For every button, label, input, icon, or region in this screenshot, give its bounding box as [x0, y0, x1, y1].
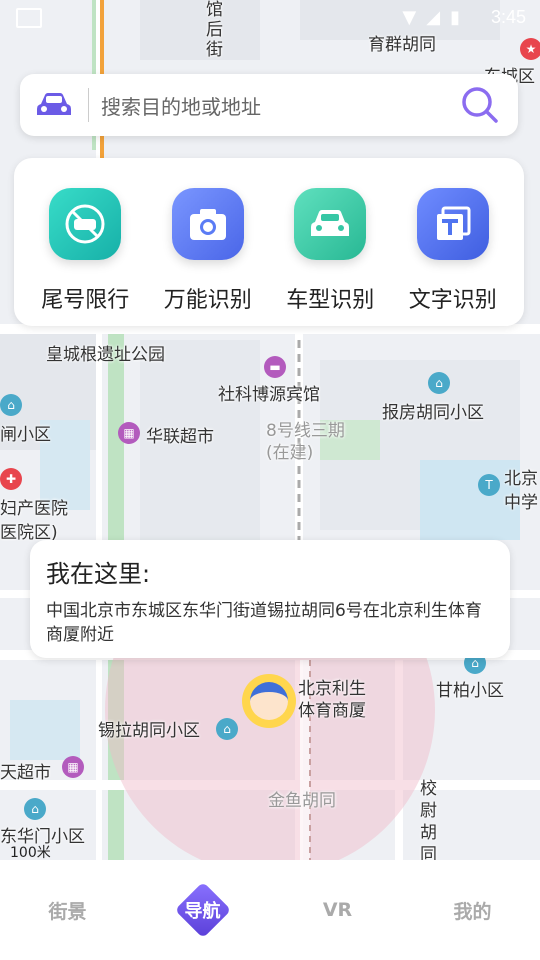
residence-poi-icon-xila[interactable]: ⌂ — [216, 718, 238, 740]
status-time: 3:45 — [490, 7, 526, 27]
tab-street-view[interactable]: 街景 — [0, 897, 135, 924]
image-icon — [16, 8, 42, 28]
hospital-poi-icon[interactable]: ✚ — [0, 468, 22, 490]
residence-poi-icon-dongmen[interactable]: ⌂ — [24, 798, 46, 820]
map-label-sheke: 社科博源宾馆 — [218, 385, 320, 405]
residence-poi-icon[interactable]: ⌂ — [428, 372, 450, 394]
tool-label: 文字识别 — [408, 288, 497, 313]
map-label-lisheng: 北京利生体育商厦 — [298, 679, 366, 721]
shop-poi-icon[interactable]: ▦ — [118, 422, 140, 444]
map-label-tianchaoshi: 天超市 — [0, 763, 51, 783]
map-label-huangcheng: 皇城根遗址公园 — [46, 345, 165, 365]
location-popup-title: 我在这里: — [46, 560, 151, 588]
status-icons: ▼ ◢ ▮ — [402, 7, 460, 28]
location-popup[interactable]: 我在这里: 中国北京市东城区东华门街道锡拉胡同6号在北京利生体育商厦附近 — [30, 540, 510, 658]
tool-car-recognition[interactable]: 车型识别 — [270, 158, 390, 326]
map-label-hualian: 华联超市 — [146, 427, 214, 447]
navigation-diamond-icon: 导航 — [176, 883, 230, 937]
school-poi-icon[interactable]: T — [478, 474, 500, 496]
text-icon — [416, 188, 489, 260]
bottom-tab-bar: 街景 导航 VR 我的 — [0, 860, 540, 960]
tool-universal-recognition[interactable]: 万能识别 — [148, 158, 268, 326]
hotel-poi-icon[interactable]: ▬ — [264, 356, 286, 378]
tools-panel: 尾号限行 万能识别 车型识别 文字识别 — [14, 158, 524, 326]
tab-label: 我的 — [453, 900, 492, 923]
tab-navigation[interactable]: 导航 — [135, 883, 270, 937]
user-location-avatar[interactable] — [242, 674, 296, 728]
car-icon[interactable] — [30, 81, 78, 129]
tool-text-recognition[interactable]: 文字识别 — [393, 158, 513, 326]
battery-icon: ▮ — [450, 7, 460, 28]
status-bar: ▼ ◢ ▮ 3:45 — [0, 0, 540, 36]
wifi-icon: ▼ — [402, 7, 417, 28]
map-label-guanhou: 馆后街 — [206, 0, 223, 60]
map-label-xiaoqu-left: 闸小区 — [0, 425, 51, 445]
avatar-icon — [250, 682, 288, 720]
map-label-jinyu: 金鱼胡同 — [268, 791, 336, 811]
no-car-icon — [49, 188, 122, 260]
shop-poi-icon-2[interactable]: ▦ — [62, 756, 84, 778]
tool-label: 尾号限行 — [41, 288, 130, 313]
search-icon[interactable] — [456, 81, 504, 129]
map-label-xila: 锡拉胡同小区 — [98, 721, 200, 741]
map-label-chanyuan: 妇产医院 — [0, 499, 68, 519]
tool-plate-restriction[interactable]: 尾号限行 — [25, 158, 145, 326]
tab-label: 导航 — [184, 901, 221, 922]
map-label-yuqun: 育群胡同 — [368, 35, 436, 55]
tab-mine[interactable]: 我的 — [405, 897, 540, 924]
camera-icon — [171, 188, 244, 260]
map-label-line8: 8号线三期(在建) — [266, 421, 345, 463]
map-label-xiaowei: 校尉胡同 — [420, 779, 437, 860]
location-popup-address: 中国北京市东城区东华门街道锡拉胡同6号在北京利生体育商厦附近 — [46, 601, 482, 645]
map-label-beijing: 北京 — [504, 469, 538, 489]
map-label-baofang: 报房胡同小区 — [382, 403, 484, 423]
search-divider — [88, 88, 89, 122]
tab-label: VR — [322, 899, 353, 921]
search-bar[interactable]: 搜索目的地或地址 — [20, 74, 518, 136]
tool-label: 车型识别 — [286, 288, 375, 313]
signal-icon: ◢ — [426, 7, 441, 28]
search-input[interactable]: 搜索目的地或地址 — [101, 91, 456, 120]
residence-poi-icon-left[interactable]: ⌂ — [0, 394, 22, 416]
tab-vr[interactable]: VR — [270, 899, 405, 921]
map-scale: 100米 — [10, 845, 51, 860]
tool-label: 万能识别 — [163, 288, 252, 313]
car-icon — [294, 188, 367, 260]
star-poi-icon[interactable]: ★ — [520, 38, 540, 60]
tab-label: 街景 — [48, 900, 87, 923]
map-label-zhongxue: 中学 — [504, 493, 538, 513]
map-label-ganyu: 甘柏小区 — [436, 681, 504, 701]
